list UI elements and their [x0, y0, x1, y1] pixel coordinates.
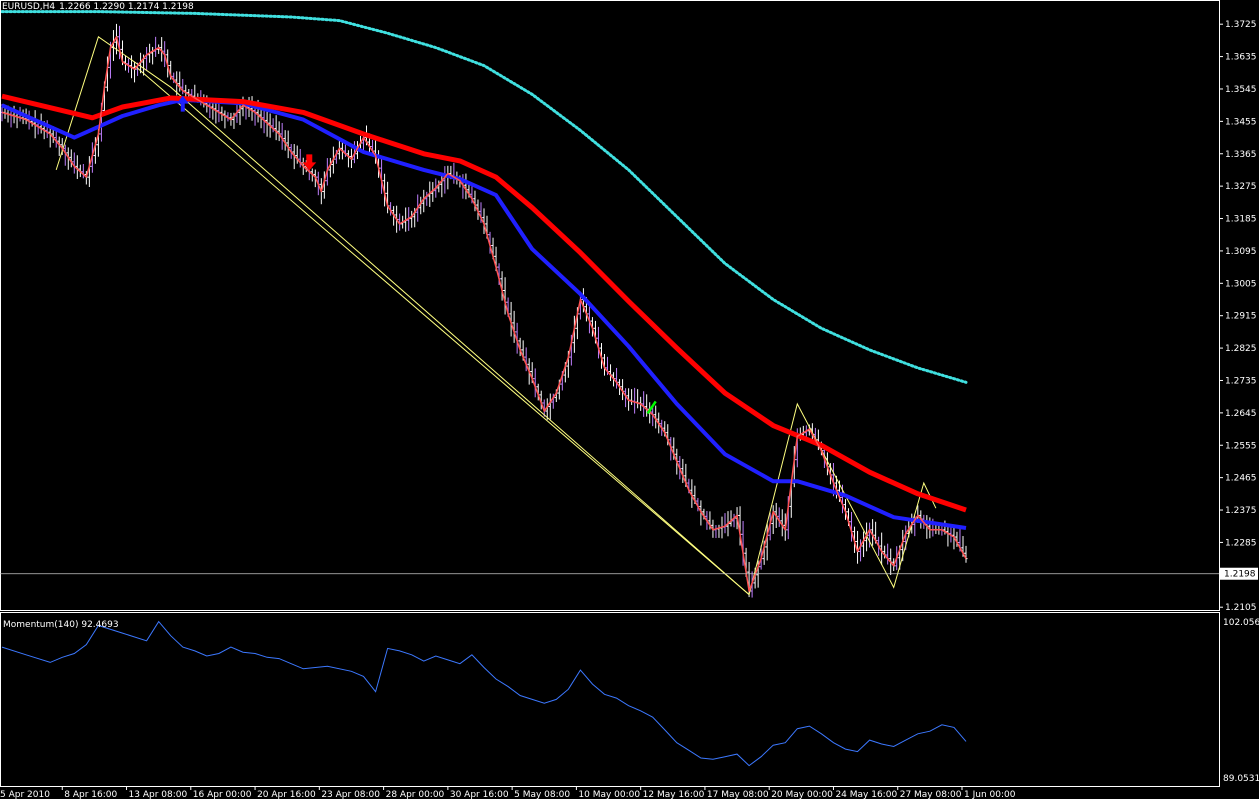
time-tick-label: 27 May 08:00: [900, 790, 962, 799]
price-tick-label: 1.2645: [1225, 409, 1257, 419]
forex-chart[interactable]: 1.3725 1.3635 1.3545 1.3455 1.3365 1.3275 1.31…: [0, 0, 1259, 799]
price-tick-label: 1.2825: [1225, 344, 1257, 354]
price-tick-label: 1.3365: [1225, 150, 1257, 160]
price-tick-label: 1.3635: [1225, 53, 1257, 63]
current-price-label: 1.2198: [1224, 570, 1256, 580]
price-tick-label: 1.2465: [1225, 474, 1257, 484]
time-tick-label: 8 Apr 16:00: [64, 790, 117, 799]
price-tick-label: 1.3725: [1225, 20, 1257, 30]
time-tick-label: 17 May 08:00: [707, 790, 769, 799]
time-tick-label: 20 May 00:00: [771, 790, 833, 799]
time-tick-label: 30 Apr 16:00: [450, 790, 509, 799]
momentum-tick-label: 89.0531: [1223, 774, 1259, 784]
time-tick-label: 10 May 00:00: [578, 790, 640, 799]
time-tick-label: 23 Apr 08:00: [321, 790, 380, 799]
price-tick-label: 1.3005: [1225, 279, 1257, 289]
momentum-tick-label: 102.056: [1223, 618, 1259, 628]
chart-background: [0, 0, 1259, 799]
time-tick-label: 5 May 08:00: [514, 790, 570, 799]
symbol-header: EURUSD,H4 1.2266 1.2290 1.2174 1.2198: [2, 2, 194, 12]
price-tick-label: 1.2285: [1225, 538, 1257, 548]
price-tick-label: 1.3275: [1225, 182, 1257, 192]
time-tick-label: 13 Apr 08:00: [129, 790, 188, 799]
time-tick-label: 1 Jun 00:00: [964, 790, 1016, 799]
time-tick-label: 28 Apr 00:00: [386, 790, 445, 799]
price-tick-label: 1.2375: [1225, 506, 1257, 516]
momentum-label: Momentum(140) 92.4693: [3, 620, 119, 630]
time-tick-label: 5 Apr 2010: [0, 790, 50, 799]
time-tick-label: 12 May 16:00: [643, 790, 705, 799]
price-tick-label: 1.2555: [1225, 441, 1257, 451]
price-tick-label: 1.3095: [1225, 247, 1257, 257]
price-tick-label: 1.3455: [1225, 117, 1257, 127]
time-tick-label: 24 May 16:00: [835, 790, 897, 799]
price-tick-label: 1.2735: [1225, 376, 1257, 386]
price-tick-label: 1.3185: [1225, 215, 1257, 225]
price-tick-label: 1.3545: [1225, 85, 1257, 95]
price-tick-label: 1.2105: [1225, 603, 1257, 613]
time-tick-label: 16 Apr 00:00: [193, 790, 252, 799]
time-tick-label: 20 Apr 16:00: [257, 790, 316, 799]
price-tick-label: 1.2915: [1225, 312, 1257, 322]
